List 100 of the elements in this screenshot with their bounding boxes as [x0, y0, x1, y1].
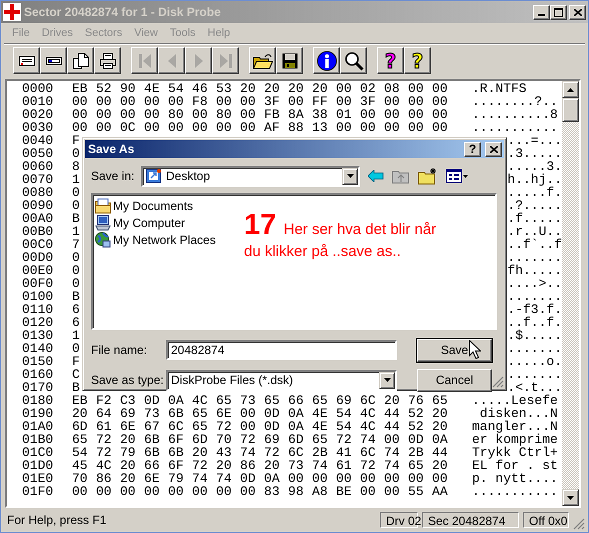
hex-bytes: 1 — [72, 172, 80, 187]
new-folder-icon — [418, 167, 438, 185]
scroll-up-button[interactable] — [562, 81, 579, 98]
ascii-text: ..........8 — [472, 107, 558, 122]
toolbar-button[interactable] — [276, 47, 303, 74]
offset-label: 00B0 — [22, 225, 54, 238]
offset-label: 0160 — [22, 368, 54, 381]
hex-bytes: 00 00 00 00 80 00 80 00 FB 8A 38 01 00 00 00 00 — [72, 107, 448, 122]
status-panel: Sec 20482874 — [422, 512, 519, 528]
ascii-text: ........?.. — [472, 94, 558, 109]
caret-icon — [384, 378, 390, 382]
offset-label: 00E0 — [22, 264, 54, 277]
hex-bytes: 0 — [72, 341, 80, 356]
hex-bytes: 0 — [72, 250, 80, 265]
ascii-text: ....>.. — [507, 276, 562, 291]
hex-bytes: B — [72, 289, 80, 304]
view-menu-icon[interactable] — [446, 168, 468, 184]
folder-icon — [252, 52, 272, 68]
ascii-text: ....... — [507, 289, 562, 304]
offset-label: 0180 — [22, 394, 54, 407]
ascii-text: EL for . st — [472, 458, 558, 473]
hex-bytes: 1 — [72, 224, 80, 239]
ascii-text: .?..... — [507, 198, 562, 213]
file-name-field[interactable]: 20482874 — [166, 340, 397, 360]
ascii-text: ........... — [472, 120, 558, 135]
offset-label: 0040 — [22, 134, 54, 147]
close-icon — [574, 8, 582, 16]
skip-to-start-icon — [138, 52, 152, 68]
close-button[interactable] — [485, 142, 502, 156]
toolbar-button[interactable] — [313, 47, 340, 74]
scroll-thumb[interactable] — [562, 98, 579, 122]
mouse-pointer-icon — [469, 340, 481, 359]
down-arrow-icon — [567, 496, 574, 500]
offset-label: 00D0 — [22, 251, 54, 264]
file-type-dropdown[interactable]: DiskProbe Files (*.dsk) — [166, 370, 397, 390]
cancel-button[interactable]: Cancel — [417, 368, 492, 392]
offset-label: 0190 — [22, 407, 54, 420]
hex-bytes: B — [72, 380, 80, 395]
cross-icon — [3, 3, 21, 21]
offset-label: 0030 — [22, 121, 54, 134]
right-triangle-icon — [194, 52, 204, 68]
help-button[interactable]: ? — [464, 142, 481, 156]
save-in-dropdown[interactable]: Desktop — [141, 166, 360, 186]
info-icon — [316, 50, 336, 70]
offset-label: 01E0 — [22, 472, 54, 485]
ascii-text: disken...N — [480, 406, 558, 421]
offset-label: 0120 — [22, 316, 54, 329]
ascii-text: .<.t... — [507, 380, 562, 395]
field-label: File name: — [91, 343, 148, 357]
list-item[interactable]: My Network Places — [113, 232, 216, 246]
toolbar-button[interactable] — [40, 47, 67, 74]
hex-bytes: F — [72, 133, 80, 148]
hex-bytes: 70 86 20 6E 79 74 74 0D 0A 00 00 00 00 00 00 00 — [72, 471, 448, 486]
toolbar-button[interactable] — [13, 47, 40, 74]
hex-bytes: 6 — [72, 315, 80, 330]
hex-bytes: 0 — [72, 276, 80, 291]
ascii-text: er komprime — [472, 432, 558, 447]
hex-bytes: B — [72, 211, 80, 226]
status-panel: Off 0x0 — [523, 512, 569, 528]
caret-icon — [346, 174, 354, 178]
ascii-text: .-f3.f. — [507, 302, 562, 317]
list-item[interactable]: My Computer — [113, 216, 186, 230]
scrollbar[interactable] — [562, 81, 579, 506]
hex-bytes: 1 — [72, 328, 80, 343]
offset-label: 01C0 — [22, 446, 54, 459]
status-message: For Help, press F1 — [6, 513, 108, 527]
ascii-text: .R.NTFS — [472, 81, 527, 96]
hex-bytes: 0 — [72, 185, 80, 200]
ascii-text: ........... — [472, 484, 558, 499]
hex-bytes: 00 00 00 00 00 F8 00 00 3F 00 FF 00 3F 00 00 00 — [72, 94, 448, 109]
offset-label: 0150 — [22, 355, 54, 368]
printer-icon — [98, 52, 116, 70]
toolbar-button[interactable] — [67, 47, 94, 74]
search-icon — [344, 50, 364, 70]
offset-label: 0140 — [22, 342, 54, 355]
offset-label: 0130 — [22, 329, 54, 342]
hex-bytes: EB 52 90 4E 54 46 53 20 20 20 20 00 02 08 00 00 — [72, 81, 448, 96]
toolbar-button[interactable] — [94, 47, 121, 74]
toolbar-button[interactable] — [249, 47, 276, 74]
annotation-text: 17 Her ser hva det blir når du klikker på ..save as.. — [244, 215, 438, 262]
hex-bytes: 7 — [72, 237, 80, 252]
offset-label: 00F0 — [22, 277, 54, 290]
save-button[interactable]: Save — [417, 338, 492, 362]
pages-icon — [72, 52, 90, 70]
scroll-down-button[interactable] — [562, 489, 579, 506]
offset-label: 01A0 — [22, 420, 54, 433]
file-list[interactable]: My Documents My Computer My Network Places 17 Her ser hva det blir når du klikker på ..save as.. — [91, 193, 497, 330]
close-icon — [490, 146, 498, 152]
offset-label: 00C0 — [22, 238, 54, 251]
save-icon — [282, 52, 298, 68]
list-item[interactable]: My Documents — [113, 198, 194, 212]
hex-bytes: 20 64 69 73 6B 65 6E 00 0D 0A 4E 54 4C 44 52 20 — [72, 406, 448, 421]
ascii-text: Trykk Ctrl+ — [472, 445, 558, 460]
hex-bytes: EB F2 C3 0D 0A 4C 65 73 65 66 65 69 6C 20 76 65 — [72, 393, 448, 408]
resize-grip-icon — [573, 518, 585, 530]
offset-label: 00A0 — [22, 212, 54, 225]
offset-label: 0060 — [22, 160, 54, 173]
toolbar-button[interactable] — [340, 47, 367, 74]
ascii-text: ....... — [507, 367, 562, 382]
globe-icon — [95, 232, 111, 248]
